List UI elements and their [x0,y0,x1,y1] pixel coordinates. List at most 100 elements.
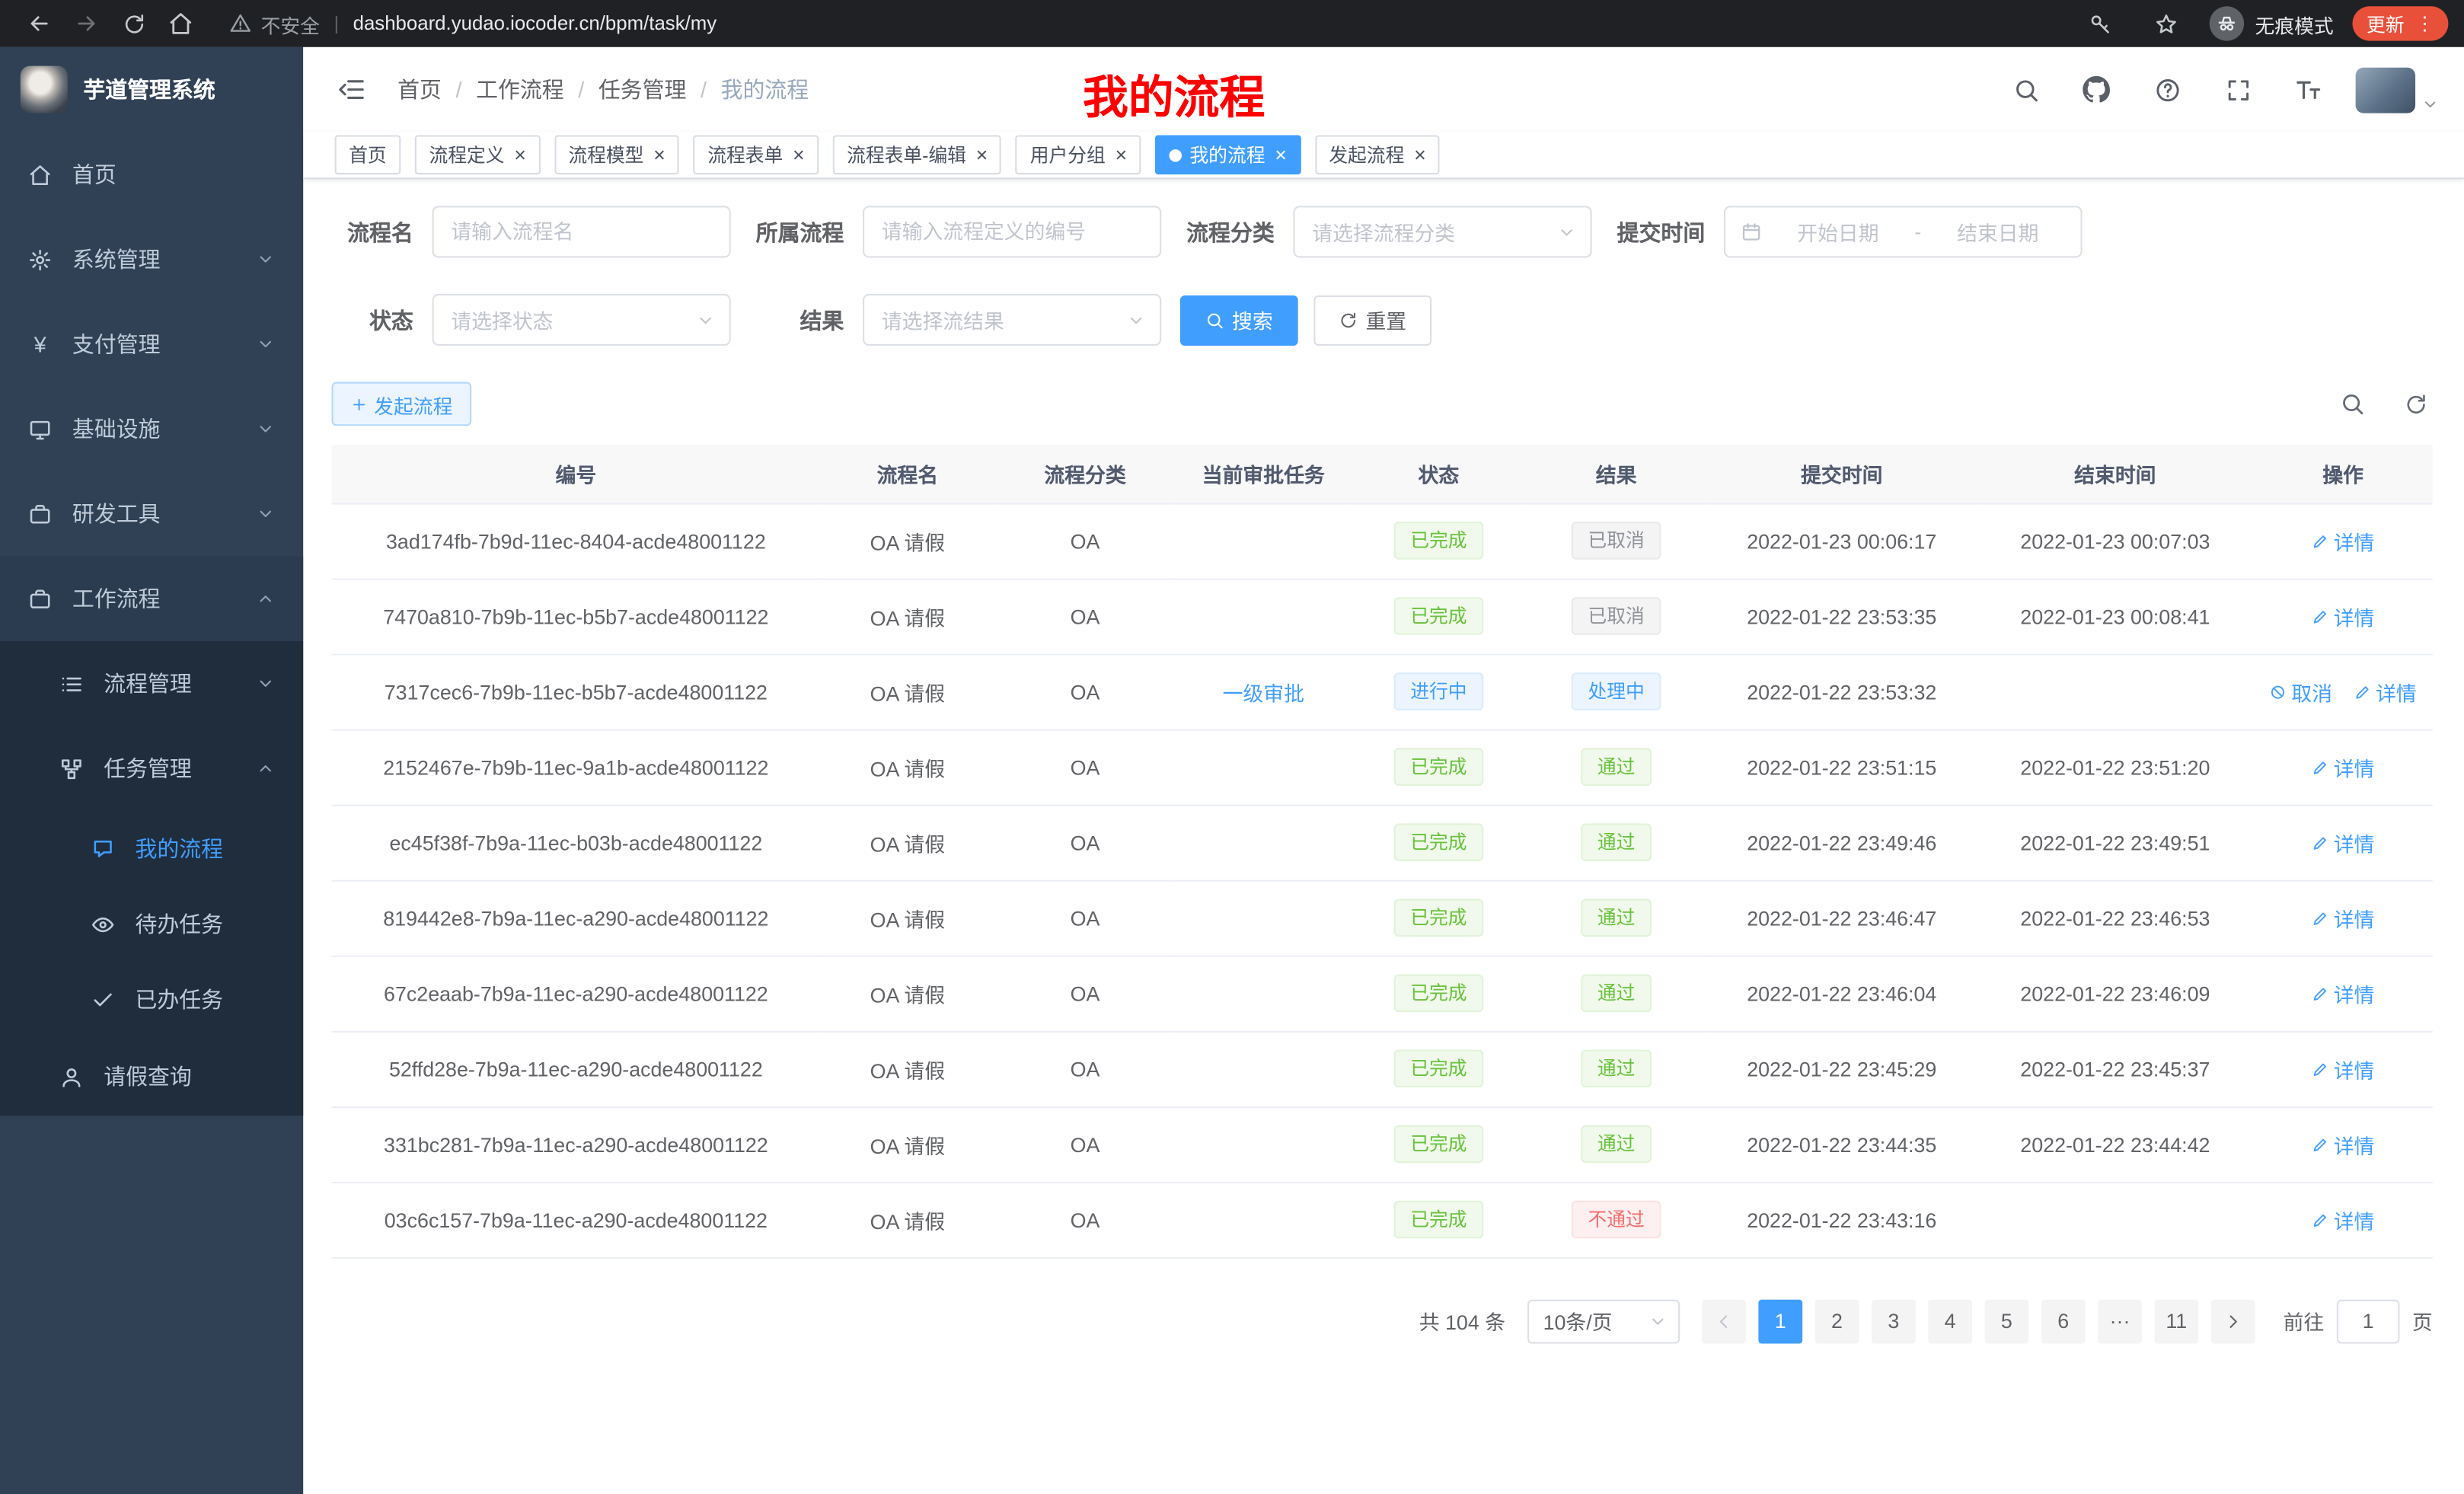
cell-current-task [1176,880,1352,956]
page-size-select[interactable]: 10条/页 [1527,1299,1680,1343]
category-label: 流程分类 [1180,216,1275,247]
prev-page-button[interactable] [1702,1299,1746,1343]
page-number-button[interactable]: 5 [1985,1299,2029,1343]
table-search-icon[interactable] [2335,387,2370,421]
address-bar[interactable]: 不安全 | dashboard.yudao.iocoder.cn/bpm/tas… [229,8,2077,38]
breadcrumb-item[interactable]: 任务管理 [598,74,687,105]
detail-link[interactable]: 详情 [2312,1129,2375,1159]
sidebar-item-system[interactable]: 系统管理 [0,217,303,302]
cell-category: OA [994,503,1175,578]
close-icon[interactable]: × [514,145,526,165]
sidebar-item-home[interactable]: 首页 [0,132,303,216]
detail-link[interactable]: 详情 [2312,978,2375,1008]
reset-button[interactable]: 重置 [1313,295,1431,345]
search-button[interactable]: 搜索 [1180,295,1298,345]
detail-link[interactable]: 详情 [2354,676,2417,706]
user-menu[interactable] [2356,67,2439,113]
end-date-placeholder[interactable]: 结束日期 [1931,217,2065,247]
detail-link[interactable]: 详情 [2312,903,2375,933]
edit-icon [2312,909,2329,927]
filter-result: 结果 请选择流结果 [749,294,1161,346]
detail-link[interactable]: 详情 [2312,1054,2375,1084]
page-number-button[interactable]: 1 [1758,1299,1802,1343]
page-number-button[interactable]: ··· [2098,1299,2142,1343]
security-indicator[interactable]: 不安全 [229,8,320,38]
browser-update-button[interactable]: 更新 ⋮ [2352,6,2448,40]
sidebar-item-todo-tasks[interactable]: 待办任务 [0,886,303,962]
browser-menu-dots-icon[interactable]: ⋮ [2415,13,2434,35]
page-number-button[interactable]: 11 [2154,1299,2198,1343]
tab[interactable]: 流程定义 × [415,135,540,174]
date-range-picker[interactable]: 开始日期 - 结束日期 [1724,206,2083,257]
table-refresh-icon[interactable] [2398,387,2432,421]
process-name-input[interactable] [432,206,731,257]
edit-icon [2312,1211,2329,1228]
status-select[interactable]: 请选择状态 [432,294,731,346]
result-select[interactable]: 请选择流结果 [863,294,1161,346]
page-number-button[interactable]: 6 [2041,1299,2086,1343]
tab[interactable]: 流程表单-编辑 × [832,135,1001,174]
password-key-icon[interactable] [2082,5,2120,43]
create-process-button[interactable]: 发起流程 [331,382,471,426]
result-badge: 已取消 [1572,522,1661,560]
page-number-button[interactable]: 3 [1872,1299,1916,1343]
cell-result: 已取消 [1526,578,1706,653]
table-row: 2152467e-7b9b-11ec-9a1b-acde48001122 OA … [331,729,2432,805]
sidebar-item-devtools[interactable]: 研发工具 [0,471,303,556]
avatar[interactable] [2356,67,2415,113]
browser-forward-button[interactable] [68,5,106,43]
tab[interactable]: 我的流程 × [1155,135,1301,174]
page-number-button[interactable]: 4 [1928,1299,1972,1343]
detail-link[interactable]: 详情 [2312,601,2375,630]
category-select[interactable]: 请选择流程分类 [1294,206,1592,257]
close-icon[interactable]: × [793,145,805,165]
detail-link[interactable]: 详情 [2312,828,2375,857]
sidebar-item-workflow[interactable]: 工作流程 [0,557,303,641]
sidebar-item-leave-query[interactable]: 请假查询 [0,1037,303,1116]
help-icon[interactable] [2143,66,2191,113]
sidebar-toggle-button[interactable] [325,63,378,117]
tab[interactable]: 首页 [335,135,401,174]
breadcrumb-item[interactable]: 首页 [397,74,442,105]
tab[interactable]: 流程模型 × [554,135,679,174]
font-size-icon[interactable] [2285,66,2332,113]
start-date-placeholder[interactable]: 开始日期 [1771,217,1905,247]
browser-reload-button[interactable] [115,5,153,43]
browser-back-button[interactable] [21,5,59,43]
app-logo[interactable]: 芋道管理系统 [0,47,303,132]
process-def-input[interactable] [863,206,1161,257]
browser-home-button[interactable] [162,5,200,43]
sidebar-item-my-process[interactable]: 我的流程 [0,811,303,886]
cancel-link[interactable]: 取消 [2269,676,2332,706]
bookmark-star-icon[interactable] [2148,5,2186,43]
sidebar-item-task-management[interactable]: 任务管理 [0,726,303,810]
tab[interactable]: 用户分组 × [1016,135,1141,174]
close-icon[interactable]: × [975,145,988,165]
breadcrumb-item[interactable]: 工作流程 [476,74,564,105]
close-icon[interactable]: × [1414,145,1426,165]
next-page-button[interactable] [2211,1299,2255,1343]
cell-process-name: OA 请假 [820,1031,994,1106]
detail-link[interactable]: 详情 [2312,752,2375,782]
header-search-icon[interactable] [2002,66,2049,113]
sidebar-item-infrastructure[interactable]: 基础设施 [0,387,303,471]
fullscreen-icon[interactable] [2214,66,2261,113]
detail-link[interactable]: 详情 [2312,525,2375,555]
github-icon[interactable] [2073,66,2120,113]
close-icon[interactable]: × [1275,145,1287,165]
current-task-link[interactable]: 一级审批 [1223,676,1304,706]
detail-link[interactable]: 详情 [2312,1205,2375,1234]
close-icon[interactable]: × [1115,145,1127,165]
goto-page-input[interactable] [2337,1299,2400,1343]
page-number-button[interactable]: 2 [1815,1299,1859,1343]
cell-actions: 详情 [2253,1106,2432,1182]
close-icon[interactable]: × [653,145,665,165]
breadcrumb-separator: / [456,77,462,102]
sidebar-item-done-tasks[interactable]: 已办任务 [0,962,303,1037]
tab[interactable]: 流程表单 × [694,135,819,174]
tab[interactable]: 发起流程 × [1315,135,1440,174]
sidebar-item-process-management[interactable]: 流程管理 [0,641,303,726]
cell-end-time: 2022-01-22 23:51:20 [1977,729,2253,805]
check-icon [91,988,115,1011]
sidebar-item-payment[interactable]: ¥ 支付管理 [0,302,303,386]
